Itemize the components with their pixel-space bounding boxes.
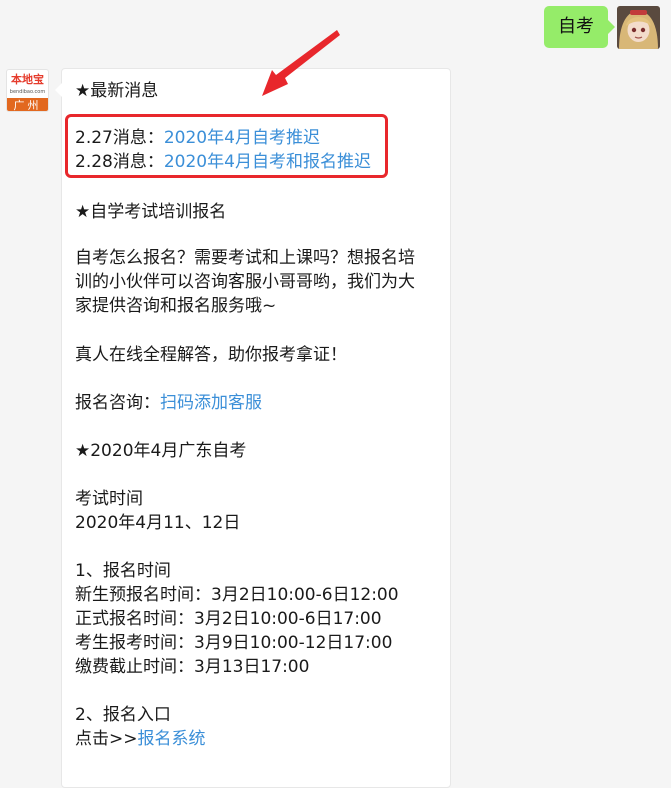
exam-time-label: 考试时间	[75, 489, 143, 509]
consult-line: 报名咨询：扫码添加客服	[75, 393, 262, 413]
user-avatar[interactable]	[617, 6, 660, 49]
bot-avatar-logo: 本地宝 bendibao.com	[9, 73, 46, 95]
latest-news-header: ★最新消息	[75, 81, 159, 101]
registration-time-title: 1、报名时间	[75, 561, 171, 581]
training-paragraph-line: 家提供咨询和报名服务哦~	[75, 296, 277, 316]
highlight-box	[65, 114, 388, 178]
registration-system-link[interactable]: 报名系统	[138, 729, 206, 749]
training-header: ★自学考试培训报名	[75, 202, 227, 222]
registration-entry-line: 点击>>报名系统	[75, 729, 206, 749]
training-paragraph-line: 自考怎么报名？需要考试和上课吗？想报名培	[75, 248, 415, 268]
registration-time-item: 考生报考时间：3月9日10:00-12日17:00	[75, 633, 393, 653]
user-message-bubble: 自考	[544, 6, 615, 48]
bot-avatar[interactable]: 本地宝 bendibao.com 广州	[6, 69, 49, 112]
registration-time-item: 缴费截止时间：3月13日17:00	[75, 657, 310, 677]
user-avatar-image	[617, 6, 660, 49]
registration-entry-title: 2、报名入口	[75, 705, 171, 725]
exam-time-value: 2020年4月11、12日	[75, 513, 241, 533]
online-answer-text: 真人在线全程解答，助你报考拿证！	[75, 345, 347, 365]
user-message-text: 自考	[558, 16, 594, 37]
guangdong-header: ★2020年4月广东自考	[75, 441, 247, 461]
consult-link[interactable]: 扫码添加客服	[160, 393, 262, 413]
registration-time-item: 正式报名时间：3月2日10:00-6日17:00	[75, 609, 382, 629]
bot-avatar-city: 广州	[7, 98, 48, 111]
training-paragraph-line: 训的小伙伴可以咨询客服小哥哥哟，我们为大	[75, 272, 415, 292]
registration-time-item: 新生预报名时间：3月2日10:00-6日12:00	[75, 585, 399, 605]
